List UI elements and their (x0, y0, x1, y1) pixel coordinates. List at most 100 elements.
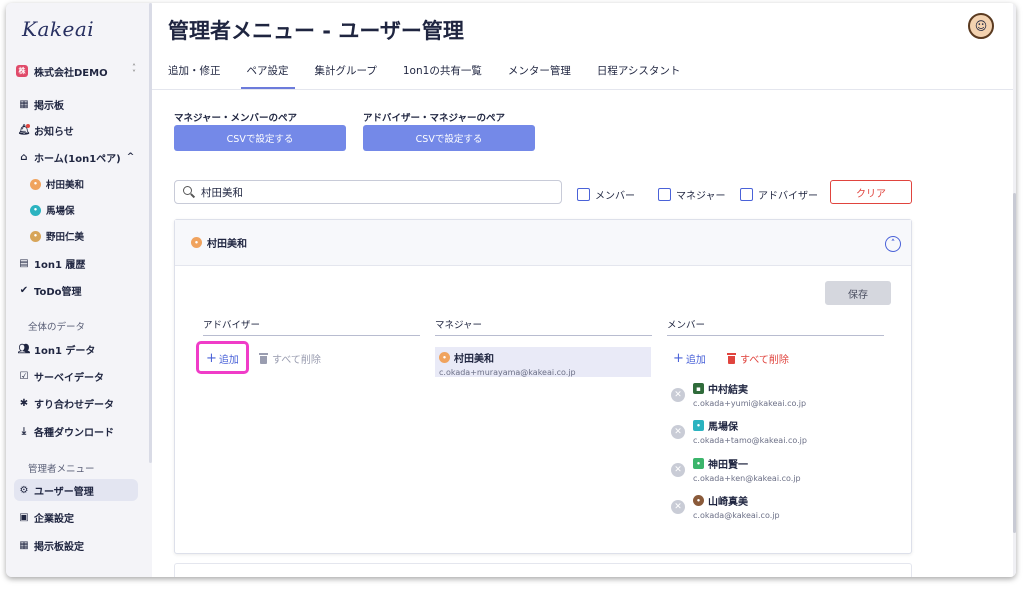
sidebar-item-pair-noda[interactable]: • 野田仁美 (26, 225, 138, 247)
sidebar-item-label: 1on1 履歴 (34, 259, 86, 271)
chevron-up-icon[interactable]: ˄ (885, 236, 901, 252)
member-column-header: メンバー (667, 317, 884, 336)
sidebar-item-home[interactable]: ⌂ ホーム(1on1ペア) ^ (14, 146, 138, 168)
button-label: 追加 (685, 355, 706, 366)
sidebar-item-label: お知らせ (34, 126, 74, 138)
sidebar-item-board-settings[interactable]: ▦ 掲示板設定 (14, 534, 138, 556)
tab-add-edit[interactable]: 追加・修正 (168, 61, 221, 89)
main-scrollbar[interactable] (1013, 3, 1016, 577)
avatar-icon: • (30, 204, 41, 216)
checkbox-label: アドバイザー (758, 191, 818, 202)
app-logo[interactable]: Kakeai (22, 17, 94, 41)
sidebar-item-user-admin[interactable]: ⚙ ユーザー管理 (14, 479, 138, 501)
tab-1on1-sharing[interactable]: 1on1の共有一覧 (403, 61, 482, 89)
sidebar-item-label: 馬場保 (46, 206, 75, 217)
button-label: すべて削除 (272, 355, 321, 366)
save-button[interactable]: 保存 (825, 281, 891, 305)
remove-member-icon[interactable]: ✕ (671, 463, 685, 477)
manager-column-header: マネジャー (435, 317, 652, 336)
chevron-up-icon: ^ (126, 152, 135, 162)
trash-icon (259, 353, 268, 364)
sidebar-item-notifications[interactable]: 🔔︎ お知らせ (14, 119, 138, 141)
history-icon: ▤ (19, 257, 29, 269)
checkbox-icon (577, 188, 590, 201)
sidebar-item-pair-baba[interactable]: • 馬場保 (26, 199, 138, 221)
sidebar-item-todo[interactable]: ✔ ToDo管理 (14, 279, 138, 301)
sidebar-item-pair-murata[interactable]: • 村田美和 (26, 173, 138, 195)
remove-member-icon[interactable]: ✕ (671, 388, 685, 402)
search-icon (183, 186, 195, 198)
member-item: ✕ ▪ 中村結実 c.okada+yumi@kakeai.co.jp (671, 381, 881, 411)
member-item: ✕ • 馬場保 c.okada+tamo@kakeai.co.jp (671, 418, 881, 448)
board-icon: ▦ (19, 98, 29, 110)
puzzle-icon: ✱ (19, 397, 29, 409)
section-label-data: 全体のデータ (28, 322, 86, 333)
sidebar-item-alignment-data[interactable]: ✱ すり合わせデータ (14, 392, 138, 414)
manager-name: 村田美和 (454, 354, 494, 365)
add-member-button[interactable]: + 追加 (673, 350, 706, 367)
advisor-manager-csv-button[interactable]: CSVで設定する (363, 125, 535, 151)
member-delete-all-button[interactable]: すべて削除 (727, 351, 789, 366)
advisor-manager-pair-label: アドバイザー・マネジャーのペア (363, 113, 506, 124)
user-avatar[interactable]: ☺ (968, 13, 994, 39)
sidebar-item-label: 企業設定 (34, 513, 74, 525)
member-email: c.okada+ken@kakeai.co.jp (693, 474, 801, 483)
filter-advisor-checkbox[interactable]: アドバイザー (740, 187, 818, 202)
tab-aggregation-group[interactable]: 集計グループ (315, 61, 377, 89)
member-email: c.okada+tamo@kakeai.co.jp (693, 436, 807, 445)
avatar-icon: ▪ (693, 383, 704, 394)
advisor-delete-all-button[interactable]: すべて削除 (259, 351, 321, 366)
member-name: 馬場保 (708, 422, 738, 433)
manager-email: c.okada+murayama@kakeai.co.jp (439, 368, 576, 377)
page-title: 管理者メニュー - ユーザー管理 (168, 19, 464, 43)
sidebar-item-survey-data[interactable]: ☑ サーベイデータ (14, 365, 138, 387)
company-selector[interactable]: 株 株式会社DEMO ˄ ˅ (16, 63, 136, 79)
sidebar-item-label: 掲示板設定 (34, 541, 84, 553)
filter-manager-checkbox[interactable]: マネジャー (658, 187, 726, 202)
remove-member-icon[interactable]: ✕ (671, 425, 685, 439)
button-label: すべて削除 (740, 355, 789, 366)
home-icon: ⌂ (20, 151, 28, 163)
sidebar-item-label: ホーム(1on1ペア) (34, 153, 121, 165)
sidebar-item-label: すり合わせデータ (34, 399, 114, 411)
member-email: c.okada@kakeai.co.jp (693, 511, 780, 520)
tab-schedule-assistant[interactable]: 日程アシスタント (597, 61, 681, 89)
member-name: 神田賢一 (708, 460, 748, 471)
remove-member-icon[interactable]: ✕ (671, 500, 685, 514)
add-advisor-button[interactable]: + 追加 (206, 350, 239, 367)
sidebar-item-downloads[interactable]: ⤓ 各種ダウンロード (14, 420, 138, 442)
trash-icon (727, 353, 736, 364)
sidebar-item-1on1-history[interactable]: ▤ 1on1 履歴 (14, 252, 138, 274)
member-item: ✕ • 神田賢一 c.okada+ken@kakeai.co.jp (671, 456, 881, 486)
sidebar-item-label: ToDo管理 (34, 286, 82, 298)
company-name: 株式会社DEMO (34, 67, 108, 79)
survey-icon: ☑ (19, 370, 29, 382)
board-settings-icon: ▦ (19, 539, 29, 551)
sidebar-item-1on1-data[interactable]: 👥︎ 1on1 データ (14, 338, 138, 360)
sidebar-item-board[interactable]: ▦ 掲示板 (14, 93, 138, 115)
people-icon: 👥︎ (17, 343, 31, 355)
member-name: 中村結実 (708, 385, 748, 396)
tab-pair-settings[interactable]: ペア設定 (240, 61, 295, 89)
button-label: 追加 (218, 355, 239, 366)
clear-button[interactable]: クリア (830, 180, 912, 204)
plus-icon: + (673, 350, 684, 366)
card-header[interactable]: • 村田美和 ˄ (175, 220, 911, 266)
member-email: c.okada+yumi@kakeai.co.jp (693, 399, 807, 408)
tab-divider (152, 89, 1016, 90)
card-user-name: 村田美和 (207, 239, 247, 250)
avatar-icon: • (191, 237, 202, 248)
tab-mentor-management[interactable]: メンター管理 (508, 61, 571, 89)
user-admin-icon: ⚙ (19, 484, 29, 496)
sidebar: Kakeai 株 株式会社DEMO ˄ ˅ ▦ 掲示板 🔔︎ お知らせ ⌂ ホーム… (6, 3, 152, 577)
company-badge: 株 (16, 65, 28, 77)
plus-icon: + (206, 350, 217, 366)
sidebar-item-label: ユーザー管理 (34, 486, 94, 498)
sidebar-item-label: 掲示板 (34, 100, 64, 112)
manager-member-csv-button[interactable]: CSVで設定する (174, 125, 346, 151)
sidebar-item-label: 村田美和 (46, 180, 85, 191)
search-input[interactable]: 村田美和 (174, 180, 562, 204)
scrollbar-thumb[interactable] (1013, 193, 1016, 533)
sidebar-item-company-settings[interactable]: ▣ 企業設定 (14, 506, 138, 528)
filter-member-checkbox[interactable]: メンバー (577, 187, 635, 202)
